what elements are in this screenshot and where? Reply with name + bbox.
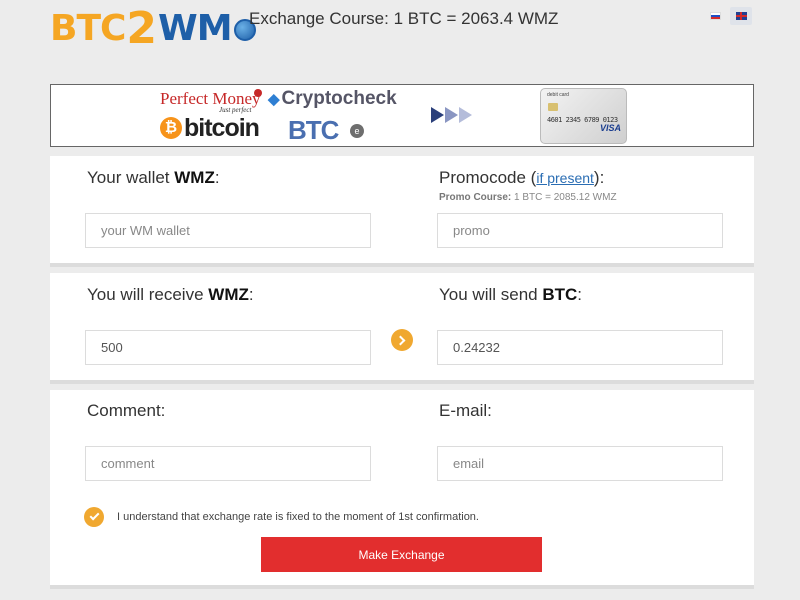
direction-arrow-button[interactable] <box>391 329 413 351</box>
site-logo[interactable]: BTC 2 WM <box>50 2 256 54</box>
card-type: debit card <box>547 92 569 98</box>
wallet-label: Your wallet WMZ: <box>87 168 220 188</box>
wallet-label-prefix: Your wallet <box>87 168 175 187</box>
wallet-promo-panel: Your wallet WMZ: Promocode (if present):… <box>50 156 754 267</box>
receive-label: You will receive WMZ: <box>87 285 254 305</box>
visa-logo: VISA <box>599 123 621 133</box>
cryptocheck-text: Cryptocheck <box>281 88 397 109</box>
send-label-prefix: You will send <box>439 285 543 304</box>
btce-e-icon: e <box>350 124 364 138</box>
agreement-checkbox[interactable] <box>84 507 104 527</box>
debit-card-image: debit card 4601 2345 6789 0123 VISA <box>540 88 627 144</box>
send-label-currency: BTC <box>542 285 578 304</box>
promo-label-suffix: ): <box>593 168 605 187</box>
receive-label-prefix: You will receive <box>87 285 209 304</box>
bitcoin-logo: bitcoin <box>184 114 260 142</box>
logo-text-2: 2 <box>126 2 158 54</box>
promo-course-note: Promo Course: 1 BTC = 2085.12 WMZ <box>439 192 617 203</box>
uk-flag-icon <box>735 12 747 20</box>
make-exchange-button[interactable]: Make Exchange <box>261 537 542 572</box>
btce-logo: BTC <box>288 115 339 145</box>
promo-info-link[interactable]: if present <box>536 170 594 186</box>
russia-flag-icon <box>709 12 721 20</box>
language-ru-button[interactable] <box>704 7 726 25</box>
language-switcher <box>704 7 752 25</box>
send-label: You will send BTC: <box>439 285 582 305</box>
perfect-money-tagline: Just perfect <box>219 106 252 114</box>
receive-label-suffix: : <box>248 285 254 304</box>
arrows-icon <box>431 107 472 123</box>
arrow-icon <box>459 107 472 123</box>
logo-text-btc: BTC <box>50 7 126 49</box>
checkmark-icon <box>89 510 99 521</box>
wallet-label-currency: WMZ <box>174 168 215 187</box>
bitcoin-coin-icon: ₿ <box>160 117 182 139</box>
card-chip-icon <box>548 103 558 111</box>
promo-label-prefix: Promocode ( <box>439 168 537 187</box>
comment-label: Comment: <box>87 401 166 420</box>
cryptocheck-logo: ◆ Cryptocheck <box>268 88 397 110</box>
email-input[interactable] <box>437 446 723 481</box>
contact-panel: Comment: E-mail: I understand that excha… <box>50 390 754 589</box>
comment-input[interactable] <box>85 446 371 481</box>
receive-label-currency: WMZ <box>208 285 249 304</box>
payment-systems-banner: Perfect Money Just perfect ◆ Cryptocheck… <box>50 84 754 147</box>
promo-course-value: 1 BTC = 2085.12 WMZ <box>511 192 617 203</box>
promo-input[interactable] <box>437 213 723 248</box>
wallet-label-suffix: : <box>214 168 220 187</box>
receive-amount-input[interactable] <box>85 330 371 365</box>
chevron-right-icon <box>395 335 406 345</box>
send-label-suffix: : <box>577 285 583 304</box>
logo-text-wm: WM <box>158 7 233 49</box>
amount-panel: You will receive WMZ: You will send BTC: <box>50 273 754 384</box>
perfect-money-mark-icon <box>254 89 262 97</box>
promo-label: Promocode (if present): <box>439 168 604 188</box>
header: BTC 2 WM Exchange Course: 1 BTC = 2063.4… <box>0 0 800 70</box>
agreement-text: I understand that exchange rate is fixed… <box>117 511 479 523</box>
arrow-icon <box>431 107 444 123</box>
arrow-icon <box>445 107 458 123</box>
language-en-button[interactable] <box>730 7 752 25</box>
email-label: E-mail: <box>439 401 492 420</box>
exchange-course: Exchange Course: 1 BTC = 2063.4 WMZ <box>249 9 559 28</box>
send-amount-input[interactable] <box>437 330 723 365</box>
cryptocheck-icon: ◆ <box>268 91 280 108</box>
promo-course-label: Promo Course: <box>439 192 512 203</box>
wallet-input[interactable] <box>85 213 371 248</box>
